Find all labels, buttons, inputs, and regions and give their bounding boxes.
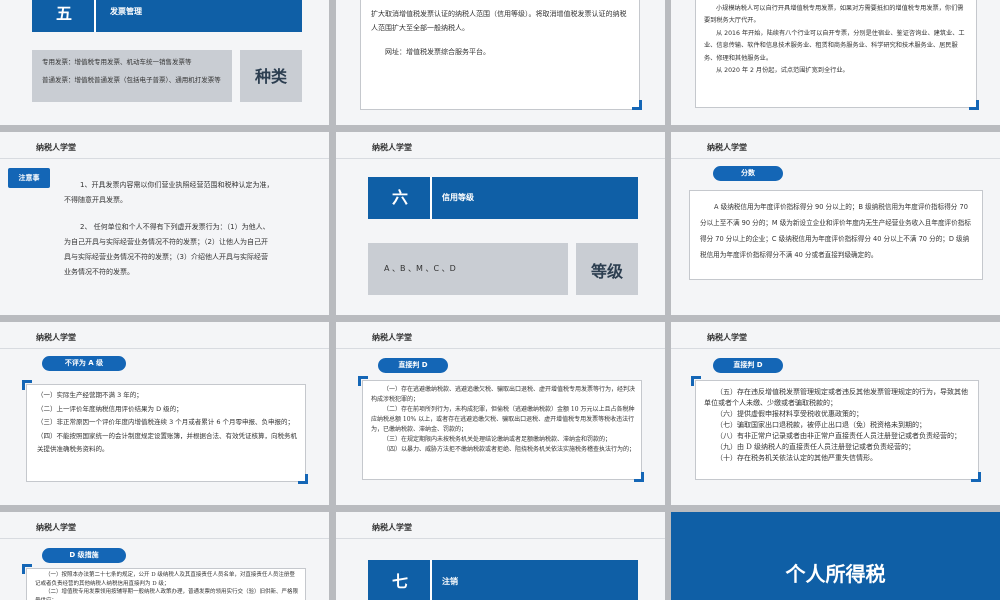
- condition-item: （六）提供虚假申报材料享受税收优惠政策的；: [716, 410, 863, 418]
- condition-item: （四）不能按照国家统一的会计制度规定设置账簿，并根据合法、有效凭证核算，向税务机…: [37, 431, 297, 454]
- corner-mark: [22, 564, 32, 574]
- header-divider: [671, 158, 1000, 159]
- slide-d-measures: 纳税人学堂 D 级措施 （一）按照本办法第二十七条的规定，公开 D 级纳税人及其…: [0, 512, 329, 600]
- section-title: 发票管理: [110, 7, 142, 16]
- section-number: 六: [391, 188, 408, 207]
- condition-item: （一）实际生产经营期不满 3 年的；: [37, 391, 143, 399]
- text-box: 扩大取消增值税发票认证的纳税人范围（信用等级）。将取消增值税发票认证的纳税人范围…: [360, 0, 640, 110]
- topic-pill: 不评为 A 级: [42, 356, 126, 371]
- label-box: 等级: [576, 243, 638, 295]
- header-divider: [0, 538, 329, 539]
- section-number: 五: [55, 4, 72, 23]
- slide-header: 纳税人学堂: [707, 143, 747, 152]
- invoice-types-box: 专用发票：增值税专用发票、机动车统一销售发票等 普通发票：增值税普通发票（包括电…: [32, 50, 232, 102]
- topic-pill: 分数: [713, 166, 783, 181]
- condition-item: （二）上一评价年度纳税信用评价结果为 D 级的；: [37, 404, 183, 413]
- section-bar: 六 信用等级: [368, 177, 638, 219]
- corner-mark: [969, 100, 979, 110]
- text-box: 小规模纳税人可以自行开具增值税专用发票，如果对方需要抵扣的增值税专用发票，你们需…: [695, 0, 977, 108]
- label-box: 种类: [240, 50, 302, 102]
- slide-header: 纳税人学堂: [372, 523, 412, 532]
- corner-mark: [632, 100, 642, 110]
- slide-header: 纳税人学堂: [707, 333, 747, 342]
- paragraph: 小规模纳税人可以自行开具增值税专用发票，如果对方需要抵扣的增值税专用发票，你们需…: [704, 5, 964, 25]
- topic-pill: 直接判 D: [713, 358, 783, 373]
- paragraph: 从 2020 年 2 月份起，试点范围扩宽到全行业。: [716, 67, 849, 75]
- topic-pill: D 级措施: [42, 548, 126, 563]
- condition-item: （二）存在前项所列行为，未构成犯罪，但偷税（逃避缴纳税款）金额 10 万元以上且…: [371, 406, 635, 433]
- section-number: 七: [391, 572, 408, 591]
- score-description: A 级纳税信用为年度评价指标得分 90 分以上的；B 级纳税信用为年度评价指标得…: [700, 203, 971, 259]
- grades-box: A 、B 、M 、C 、D: [368, 243, 568, 295]
- slide-direct-d-1: 纳税人学堂 直接判 D （一）存在逃避缴纳税款、逃避追缴欠税、骗取出口退税、虚开…: [336, 322, 665, 505]
- slide-score: 纳税人学堂 分数 A 级纳税信用为年度评价指标得分 90 分以上的；B 级纳税信…: [671, 132, 1000, 315]
- slide-header: 纳税人学堂: [372, 333, 412, 342]
- slide-header: 纳税人学堂: [36, 333, 76, 342]
- header-divider: [671, 348, 1000, 349]
- slide-small-taxpayer: 小规模纳税人可以自行开具增值税专用发票，如果对方需要抵扣的增值税专用发票，你们需…: [671, 0, 1000, 125]
- slide-invoice-management: 五 发票管理 专用发票：增值税专用发票、机动车统一销售发票等 普通发票：增值税普…: [0, 0, 329, 125]
- type-line: 专用发票：增值税专用发票、机动车统一销售发票等: [42, 58, 192, 66]
- slide-deregistration: 纳税人学堂 七 注销: [336, 512, 665, 600]
- grades-list: A 、B 、M 、C 、D: [384, 264, 456, 273]
- corner-mark: [22, 380, 32, 390]
- slide-personal-income-tax: 个人所得税: [671, 512, 1000, 600]
- topic-pill: 直接判 D: [378, 358, 448, 373]
- slide-header: 纳税人学堂: [372, 143, 412, 152]
- slide-notes: 纳税人学堂 注意事 1、开具发票内容需以你们营业执照经营范围和税种认定为准，不得…: [0, 132, 329, 315]
- paragraph: 2、 任何单位和个人不得有下列虚开发票行为：（1）为他人、为自己开具与实际经营业…: [64, 223, 270, 276]
- measure-item: （一）按照本办法第二十七条的规定，公开 D 级纳税人及其直接责任人员名单，对直接…: [35, 572, 295, 587]
- condition-item: （四）以暴力、威胁方法拒不缴纳税款或者拒绝、阻挠税务机关依法实施税务稽查执法行为…: [383, 446, 636, 453]
- measure-item: （二）增值税专用发票领用按辅导期一般纳税人政策办理，普通发票的领用实行交（验）旧…: [35, 589, 299, 600]
- types-label: 种类: [254, 67, 287, 86]
- slide-invoice-certification: 扩大取消增值税发票认证的纳税人范围（信用等级）。将取消增值税发票认证的纳税人范围…: [336, 0, 665, 125]
- section-bar: 七 注销: [368, 560, 638, 600]
- condition-item: （七）骗取国家出口退税款，被停止出口退（免）税资格未到期的；: [716, 421, 926, 429]
- condition-item: （三）非正常原因一个评价年度内增值税连续 3 个月或者累计 6 个月零申报、负申…: [37, 418, 295, 426]
- paragraph: 扩大取消增值税发票认证的纳税人范围（信用等级）。将取消增值税发票认证的纳税人范围…: [371, 10, 627, 32]
- slide-header: 纳税人学堂: [36, 143, 76, 152]
- condition-item: （一）存在逃避缴纳税款、逃避追缴欠税、骗取出口退税、虚开增值税专用发票等行为，经…: [371, 386, 636, 403]
- header-divider: [336, 158, 665, 159]
- paragraph: 网址：增值税发票综合服务平台。: [385, 48, 490, 56]
- text-box: （五）存在违反增值税发票管理规定或者违反其他发票管理规定的行为，导致其他单位或者…: [695, 380, 979, 480]
- section-title: 注销: [442, 577, 458, 586]
- header-divider: [336, 538, 665, 539]
- header-divider: [0, 158, 329, 159]
- slide-credit-rating: 纳税人学堂 六 信用等级 A 、B 、M 、C 、D 等级: [336, 132, 665, 315]
- section-bar: 五 发票管理: [32, 0, 302, 32]
- corner-mark: [634, 472, 644, 482]
- text-box: （一）实际生产经营期不满 3 年的； （二）上一评价年度纳税信用评价结果为 D …: [26, 384, 306, 482]
- condition-item: （三）在规定期限内未按税务机关处理结论缴纳或者足额缴纳税款、滞纳金和罚款的；: [383, 436, 612, 443]
- text-box: A 级纳税信用为年度评价指标得分 90 分以上的；B 级纳税信用为年度评价指标得…: [689, 190, 983, 280]
- slide-header: 纳税人学堂: [36, 523, 76, 532]
- header-divider: [0, 348, 329, 349]
- condition-item: （八）有非正常户记录或者由非正常户直接责任人员注册登记或者负责经营的；: [716, 432, 961, 440]
- condition-item: （五）存在违反增值税发票管理规定或者违反其他发票管理规定的行为，导致其他单位或者…: [704, 388, 968, 407]
- slide-not-a-grade: 纳税人学堂 不评为 A 级 （一）实际生产经营期不满 3 年的； （二）上一评价…: [0, 322, 329, 505]
- condition-item: （九）由 D 级纳税人的直接责任人员注册登记或者负责经营的；: [716, 443, 916, 451]
- corner-mark: [971, 472, 981, 482]
- notes-tag: 注意事: [8, 168, 50, 188]
- text-box: （一）存在逃避缴纳税款、逃避追缴欠税、骗取出口退税、虚开增值税专用发票等行为，经…: [362, 380, 642, 480]
- section-title: 信用等级: [442, 193, 474, 202]
- slide-direct-d-2: 纳税人学堂 直接判 D （五）存在违反增值税发票管理规定或者违反其他发票管理规定…: [671, 322, 1000, 505]
- corner-mark: [691, 376, 701, 386]
- header-divider: [336, 348, 665, 349]
- grades-label: 等级: [590, 262, 623, 281]
- text-box: （一）按照本办法第二十七条的规定，公开 D 级纳税人及其直接责任人员名单，对直接…: [26, 568, 306, 600]
- corner-mark: [298, 474, 308, 484]
- corner-mark: [358, 376, 368, 386]
- slide-title: 个人所得税: [785, 562, 886, 586]
- paragraph: 1、开具发票内容需以你们营业执照经营范围和税种认定为准，不得随意开具发票。: [64, 181, 274, 204]
- paragraph: 从 2016 年开始，陆续有八个行业可以自开专票，分别是住宿业、鉴证咨询业、建筑…: [704, 29, 965, 62]
- condition-item: （十）存在税务机关依法认定的其他严重失信情形。: [716, 454, 877, 462]
- type-line: 普通发票：增值税普通发票（包括电子普票）、通用机打发票等: [42, 76, 221, 84]
